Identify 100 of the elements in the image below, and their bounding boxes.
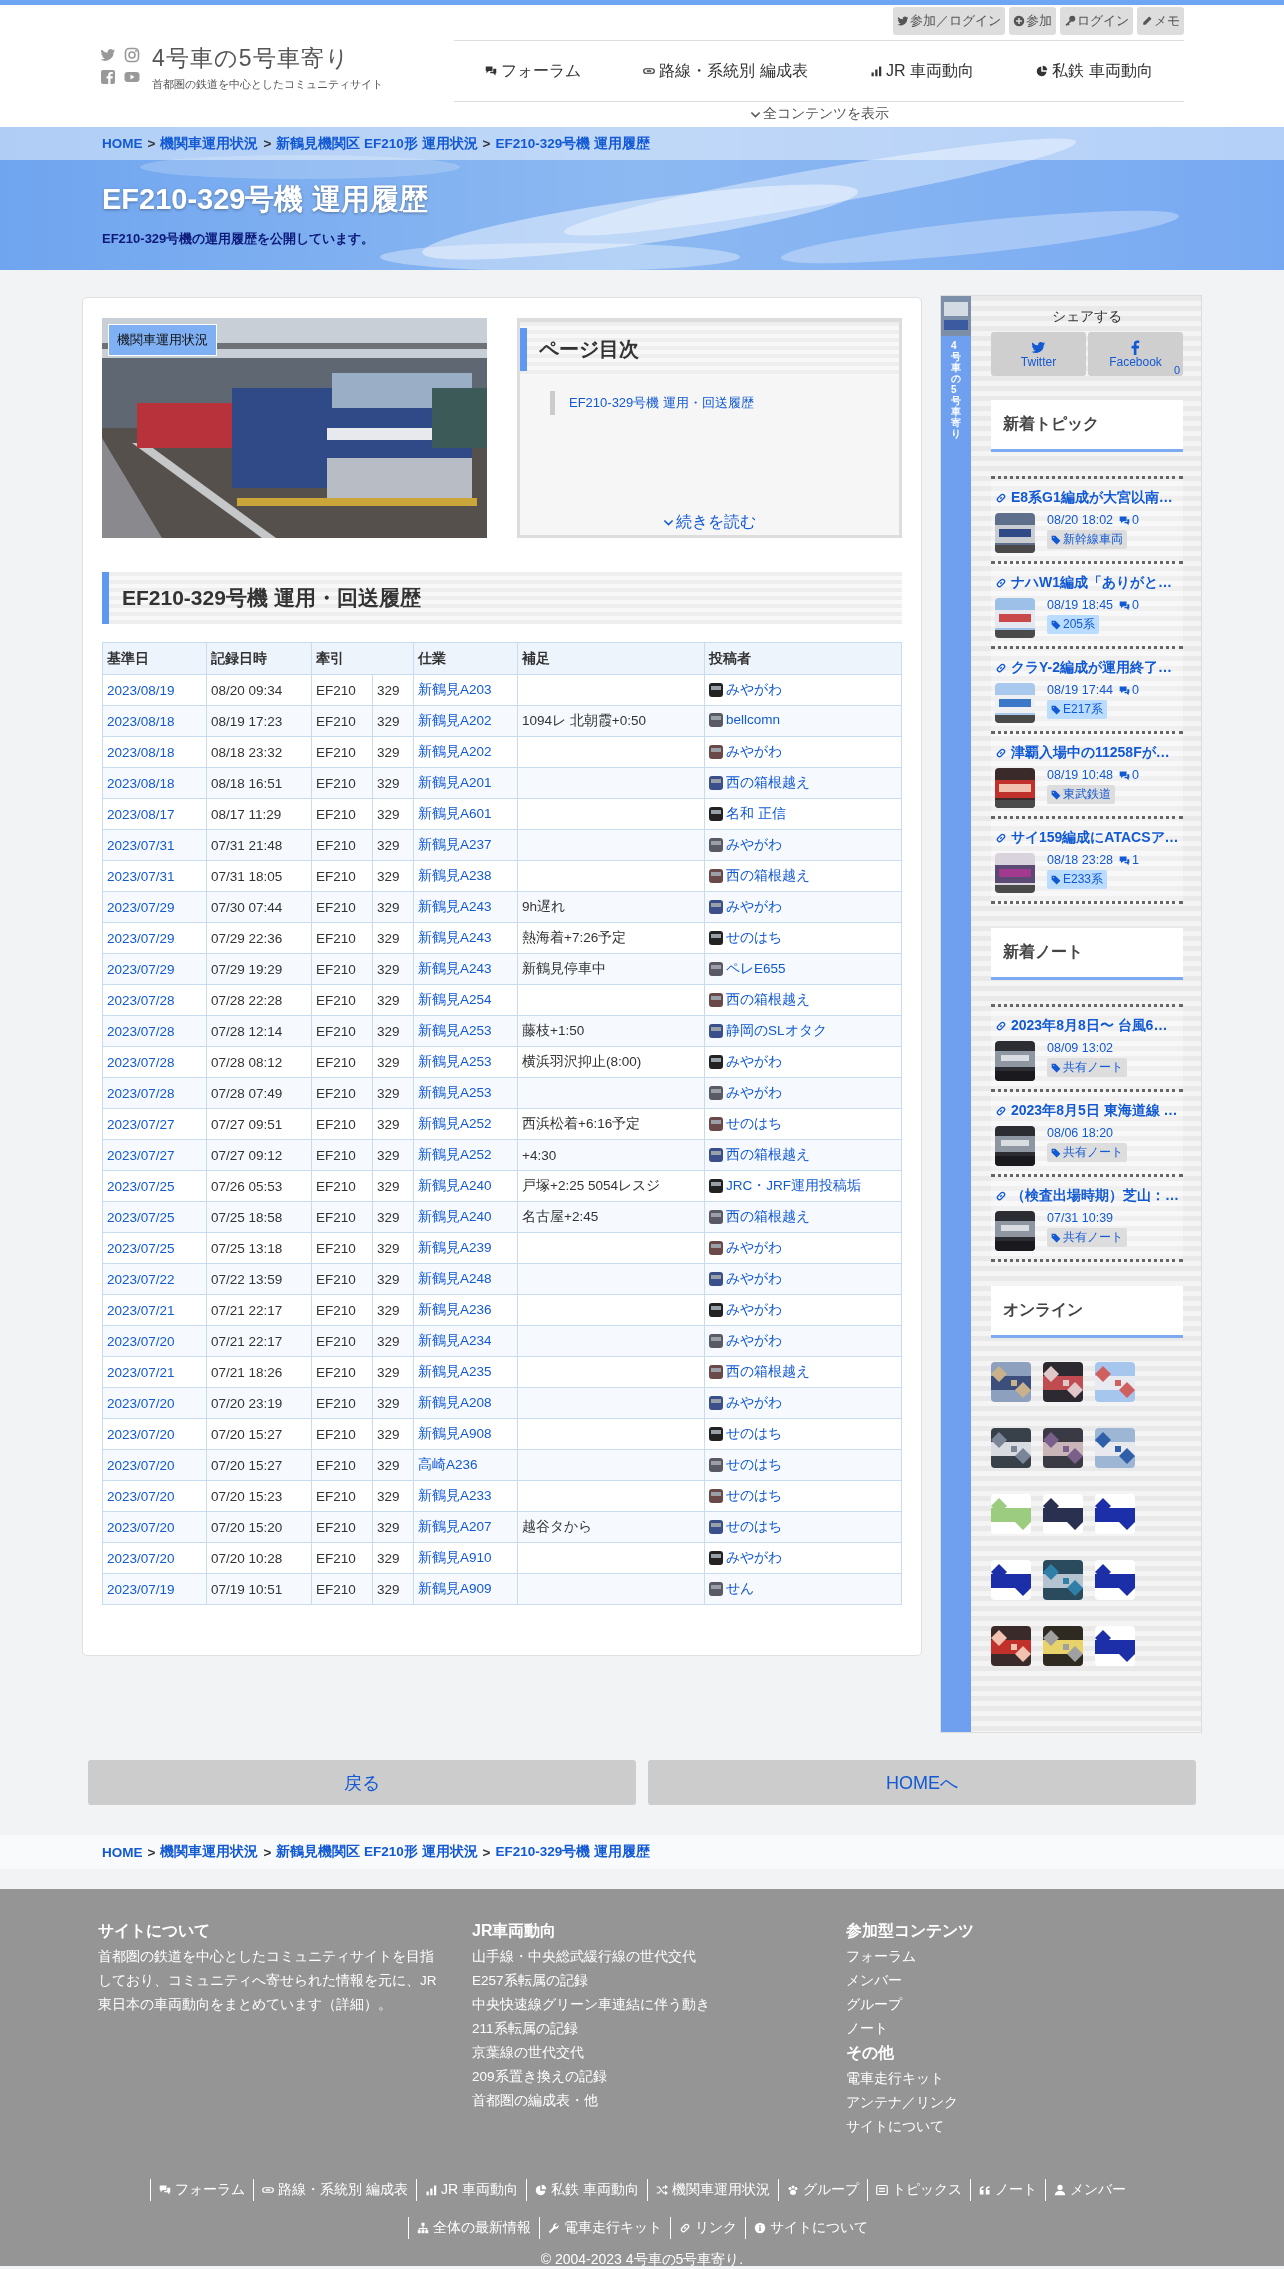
tag-label[interactable]: 205系 bbox=[1047, 615, 1100, 634]
account-link[interactable]: ログイン bbox=[1060, 7, 1133, 35]
tag-label[interactable]: 東武鉄道 bbox=[1047, 785, 1115, 804]
table-cell: 329 bbox=[377, 1209, 400, 1225]
poster-link[interactable]: みやがわ bbox=[726, 897, 782, 916]
table-cell: 329 bbox=[377, 744, 400, 760]
pie-chart-icon bbox=[1036, 65, 1049, 77]
poster-link[interactable]: せん bbox=[726, 1579, 754, 1598]
poster-link[interactable]: みやがわ bbox=[726, 1548, 782, 1567]
poster-link[interactable]: せのはち bbox=[726, 1455, 782, 1474]
table-cell: 07/27 09:12 bbox=[211, 1147, 283, 1163]
table-cell: EF210 bbox=[316, 899, 356, 915]
nav-item[interactable]: 路線・系統別 編成表 bbox=[643, 60, 808, 82]
twitter-icon[interactable] bbox=[100, 47, 116, 63]
breadcrumb-link[interactable]: EF210-329号機 運用履歴 bbox=[495, 1843, 650, 1861]
poster-link[interactable]: みやがわ bbox=[726, 835, 782, 854]
table-cell: 新鶴見停車中 bbox=[522, 961, 606, 976]
nav-item[interactable]: JR 車両動向 bbox=[870, 60, 975, 82]
tag-label[interactable]: 共有ノート bbox=[1047, 1228, 1127, 1247]
table-cell: 329 bbox=[377, 1488, 400, 1504]
table-cell: 329 bbox=[377, 1550, 400, 1566]
nav-item[interactable]: フォーラム bbox=[485, 60, 582, 82]
bar-chart-icon bbox=[870, 65, 883, 77]
breadcrumb-link[interactable]: EF210-329号機 運用履歴 bbox=[495, 134, 650, 153]
topic-link[interactable]: サイ159編成にATACSア… bbox=[995, 829, 1179, 847]
table-cell: 07/20 10:28 bbox=[211, 1550, 283, 1566]
note-link[interactable]: 2023年8月5日 東海道線 … bbox=[995, 1102, 1179, 1120]
note-link[interactable]: 2023年8月8日〜 台風6… bbox=[995, 1017, 1179, 1035]
site-title[interactable]: 4号車の5号車寄り bbox=[152, 43, 383, 74]
breadcrumb-link[interactable]: 機関車運用状況 bbox=[160, 134, 259, 153]
poster-link[interactable]: せのはち bbox=[726, 1424, 782, 1443]
topic-link[interactable]: E8系G1編成が大宮以南… bbox=[995, 489, 1179, 507]
poster-link[interactable]: せのはち bbox=[726, 1517, 782, 1536]
topic-link[interactable]: クラY-2編成が運用終了… bbox=[995, 659, 1179, 677]
poster-link[interactable]: せのはち bbox=[726, 1486, 782, 1505]
post-time: 08/18 23:28 bbox=[1047, 853, 1114, 867]
poster-link[interactable]: みやがわ bbox=[726, 742, 782, 761]
poster-link[interactable]: みやがわ bbox=[726, 1393, 782, 1412]
nav-button[interactable]: 戻る bbox=[88, 1760, 636, 1805]
poster-link[interactable]: せのはち bbox=[726, 928, 782, 947]
topic-link[interactable]: 津覇入場中の11258Fが… bbox=[995, 744, 1179, 762]
table-cell: 07/20 15:20 bbox=[211, 1519, 283, 1535]
table-cell: EF210 bbox=[316, 1395, 356, 1411]
toc-link[interactable]: EF210-329号機 運用・回送履歴 bbox=[550, 391, 869, 415]
poster-link[interactable]: 名和 正信 bbox=[726, 804, 786, 823]
topic-link[interactable]: ナハW1編成「ありがと… bbox=[995, 574, 1179, 592]
table-cell: 329 bbox=[377, 1271, 400, 1287]
share-button[interactable]: Twitter bbox=[991, 332, 1086, 376]
account-link[interactable]: 参加／ログイン bbox=[893, 7, 1005, 35]
poster-link[interactable]: bellcomn bbox=[726, 712, 781, 728]
column-header: 投稿者 bbox=[704, 642, 902, 675]
sitemap-icon bbox=[417, 2222, 429, 2234]
account-link[interactable]: メモ bbox=[1137, 7, 1184, 35]
read-more-link[interactable]: 続きを読む bbox=[663, 512, 756, 535]
poster-link[interactable]: ペレE655 bbox=[726, 959, 786, 978]
category-label[interactable]: 機関車運用状況 bbox=[108, 324, 217, 356]
link-icon bbox=[995, 1020, 1007, 1032]
nav-item[interactable]: 私鉄 車両動向 bbox=[1036, 60, 1153, 82]
poster-link[interactable]: みやがわ bbox=[726, 680, 782, 699]
avatar-icon bbox=[709, 1395, 723, 1410]
table-cell: EF210 bbox=[316, 806, 356, 822]
avatar-icon bbox=[709, 1085, 723, 1100]
youtube-icon[interactable] bbox=[124, 69, 140, 85]
breadcrumb-link[interactable]: HOME bbox=[102, 136, 143, 151]
poster-link[interactable]: みやがわ bbox=[726, 1331, 782, 1350]
avatar-icon bbox=[709, 1457, 723, 1472]
table-cell: 329 bbox=[377, 1457, 400, 1473]
poster-link[interactable]: みやがわ bbox=[726, 1083, 782, 1102]
breadcrumb-separator: > bbox=[482, 136, 491, 151]
tag-label[interactable]: E217系 bbox=[1047, 700, 1108, 719]
link-icon bbox=[995, 832, 1007, 844]
breadcrumb-link[interactable]: HOME bbox=[102, 1844, 143, 1860]
toc-title: ページ目次 bbox=[520, 328, 899, 371]
tag-label[interactable]: E233系 bbox=[1047, 870, 1108, 889]
breadcrumb-link[interactable]: 新鶴見機関区 EF210形 運用状況 bbox=[276, 134, 478, 153]
tag-label[interactable]: 新幹線車両 bbox=[1047, 530, 1127, 549]
tag-label[interactable]: 共有ノート bbox=[1047, 1058, 1127, 1077]
bar-chart-icon bbox=[425, 2184, 437, 2196]
table-cell: 07/25 18:58 bbox=[211, 1209, 283, 1225]
breadcrumb-link[interactable]: 機関車運用状況 bbox=[160, 1843, 259, 1861]
poster-link[interactable]: せのはち bbox=[726, 1114, 782, 1133]
page-title: EF210-329号機 運用履歴 bbox=[102, 182, 429, 217]
poster-link[interactable]: みやがわ bbox=[726, 1238, 782, 1257]
poster-link[interactable]: みやがわ bbox=[726, 1269, 782, 1288]
table-cell: EF210 bbox=[316, 1333, 356, 1349]
show-all-link[interactable]: 全コンテンツを表示 bbox=[749, 102, 889, 123]
instagram-icon[interactable] bbox=[124, 47, 140, 63]
tag-label[interactable]: 共有ノート bbox=[1047, 1143, 1127, 1162]
table-cell: 08/18 16:51 bbox=[211, 775, 283, 791]
table-cell: 07/26 05:53 bbox=[211, 1178, 283, 1194]
breadcrumb-link[interactable]: 新鶴見機関区 EF210形 運用状況 bbox=[276, 1843, 478, 1861]
facebook-icon[interactable] bbox=[100, 69, 116, 85]
poster-link[interactable]: みやがわ bbox=[726, 1052, 782, 1071]
table-cell: 07/21 18:26 bbox=[211, 1364, 283, 1380]
poster-link[interactable]: みやがわ bbox=[726, 1300, 782, 1319]
nav-button[interactable]: HOMEへ bbox=[648, 1760, 1196, 1805]
note-link[interactable]: （検査出場時期）芝山：… bbox=[995, 1187, 1179, 1205]
share-button[interactable]: Facebook 0 bbox=[1088, 332, 1183, 376]
account-link[interactable]: 参加 bbox=[1009, 7, 1056, 35]
table-cell: 07/19 10:51 bbox=[211, 1581, 283, 1597]
